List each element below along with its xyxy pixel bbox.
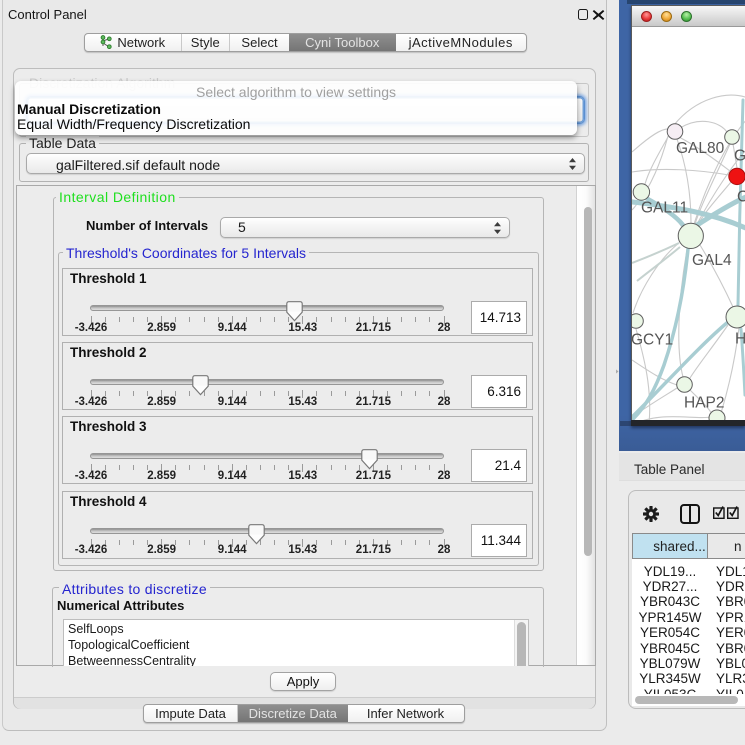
svg-text:GCY1: GCY1 [632, 332, 673, 349]
svg-text:GAL11: GAL11 [641, 200, 688, 217]
svg-text:H: H [735, 331, 745, 348]
svg-text:G: G [734, 148, 745, 165]
svg-text:GAL80: GAL80 [676, 140, 725, 157]
svg-text:C: C [737, 189, 745, 206]
svg-text:GAL4: GAL4 [692, 252, 732, 269]
svg-text:HAP2: HAP2 [684, 395, 725, 412]
